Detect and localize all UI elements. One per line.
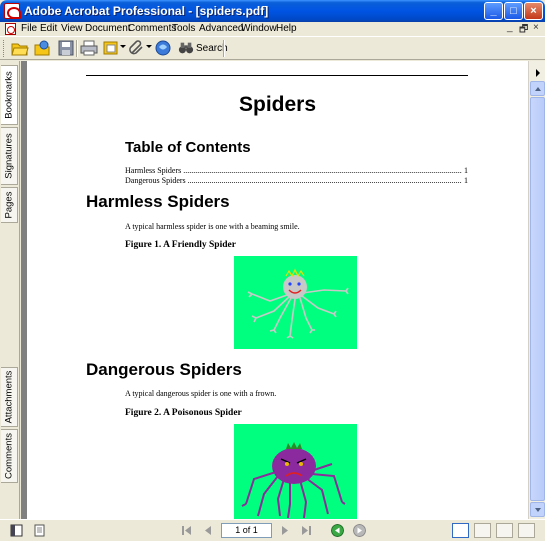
header-rule: [86, 75, 468, 76]
vertical-scrollbar[interactable]: [528, 61, 545, 519]
print-icon[interactable]: [80, 39, 98, 57]
menu-comments[interactable]: Comments: [128, 23, 176, 34]
tab-pages-label: Pages: [3, 191, 15, 219]
menu-advanced[interactable]: Advanced: [199, 23, 243, 34]
menu-view[interactable]: View: [61, 23, 83, 34]
continuous-layout-button[interactable]: [474, 523, 491, 538]
go-back-icon[interactable]: [331, 524, 344, 537]
menu-window[interactable]: Window: [241, 23, 277, 34]
title-bar: Adobe Acrobat Professional - [spiders.pd…: [0, 0, 545, 22]
previous-page-icon[interactable]: [202, 524, 215, 537]
toc-leader: [188, 176, 462, 185]
window-title: Adobe Acrobat Professional - [spiders.pd…: [24, 4, 269, 18]
continuous-facing-layout-button[interactable]: [518, 523, 535, 538]
go-forward-icon[interactable]: [353, 524, 366, 537]
first-page-icon[interactable]: [180, 524, 193, 537]
single-page-layout-button[interactable]: [452, 523, 469, 538]
create-pdf-icon[interactable]: [102, 39, 120, 57]
pdf-page: Spiders Table of Contents Harmless Spide…: [27, 61, 528, 519]
next-page-icon[interactable]: [278, 524, 291, 537]
toc-heading: Table of Contents: [125, 139, 251, 156]
toc-entry-label: Harmless Spiders: [125, 166, 182, 175]
create-pdf-dropdown-icon[interactable]: [120, 45, 126, 48]
section-heading: Harmless Spiders: [86, 192, 230, 211]
section-paragraph: A typical harmless spider is one with a …: [125, 222, 300, 231]
save-icon[interactable]: [57, 39, 75, 57]
open-icon[interactable]: [11, 39, 29, 57]
figure-caption: Figure 2. A Poisonous Spider: [125, 408, 242, 418]
tab-bookmarks-label: Bookmarks: [3, 71, 15, 119]
document-icon[interactable]: [5, 23, 16, 35]
tab-pages[interactable]: Pages: [1, 187, 18, 223]
toc-leader: [183, 166, 462, 175]
section-paragraph: A typical dangerous spider is one with a…: [125, 389, 277, 398]
scroll-thumb[interactable]: [530, 97, 545, 501]
minimize-button[interactable]: _: [484, 2, 503, 20]
toc-entry-page: 1: [464, 176, 468, 185]
tab-bookmarks[interactable]: Bookmarks: [1, 65, 18, 125]
mdi-close-button[interactable]: ×: [533, 22, 539, 33]
menu-file[interactable]: File: [21, 23, 37, 34]
tab-signatures[interactable]: Signatures: [1, 127, 18, 185]
toolbar-grip[interactable]: [3, 40, 6, 57]
search-button[interactable]: Search: [178, 39, 228, 57]
tab-attachments-label: Attachments: [3, 370, 15, 424]
tab-signatures-label: Signatures: [3, 133, 15, 179]
options-arrow-icon[interactable]: [530, 65, 545, 80]
attach-icon[interactable]: [128, 39, 146, 57]
page-size-icon[interactable]: [33, 524, 46, 537]
section-heading: Dangerous Spiders: [86, 360, 242, 379]
toc-entry-page: 1: [464, 166, 468, 175]
page-number-field[interactable]: 1 of 1: [221, 523, 272, 538]
toolbar: Search: [0, 36, 545, 60]
figure-caption: Figure 1. A Friendly Spider: [125, 240, 236, 250]
email-icon[interactable]: [154, 39, 172, 57]
navigation-pane: Bookmarks Signatures Pages Attachments C…: [0, 61, 20, 519]
tab-comments-label: Comments: [3, 433, 15, 479]
document-title: Spiders: [238, 93, 317, 116]
facing-layout-button[interactable]: [496, 523, 513, 538]
acrobat-app-icon[interactable]: [4, 3, 21, 19]
menu-bar: File Edit View Document Comments Tools A…: [0, 22, 545, 36]
organizer-icon[interactable]: [33, 39, 51, 57]
scroll-down-button[interactable]: [530, 502, 545, 517]
poisonous-spider-image: [234, 424, 357, 519]
mdi-minimize-button[interactable]: _: [507, 22, 513, 33]
friendly-spider-image: [234, 256, 357, 349]
menu-document[interactable]: Document: [85, 23, 131, 34]
scroll-up-button[interactable]: [530, 81, 545, 96]
toolbar-separator: [76, 40, 78, 57]
toolbar-end-separator: [223, 40, 225, 57]
menu-help[interactable]: Help: [276, 23, 297, 34]
toc-entry[interactable]: Dangerous Spiders 1: [125, 176, 468, 185]
attach-dropdown-icon[interactable]: [146, 45, 152, 48]
document-viewport[interactable]: Spiders Table of Contents Harmless Spide…: [21, 61, 528, 519]
maximize-button[interactable]: □: [504, 2, 523, 20]
tab-attachments[interactable]: Attachments: [1, 367, 18, 427]
nav-pane-toggle-icon[interactable]: [10, 524, 23, 537]
close-button[interactable]: ×: [524, 2, 543, 20]
menu-edit[interactable]: Edit: [40, 23, 57, 34]
binoculars-icon: [178, 42, 194, 54]
tab-comments[interactable]: Comments: [1, 429, 18, 483]
toc-entry-label: Dangerous Spiders: [125, 176, 186, 185]
status-bar: 1 of 1: [0, 519, 545, 541]
menu-tools[interactable]: Tools: [172, 23, 195, 34]
toc-entry[interactable]: Harmless Spiders 1: [125, 166, 468, 175]
last-page-icon[interactable]: [300, 524, 313, 537]
